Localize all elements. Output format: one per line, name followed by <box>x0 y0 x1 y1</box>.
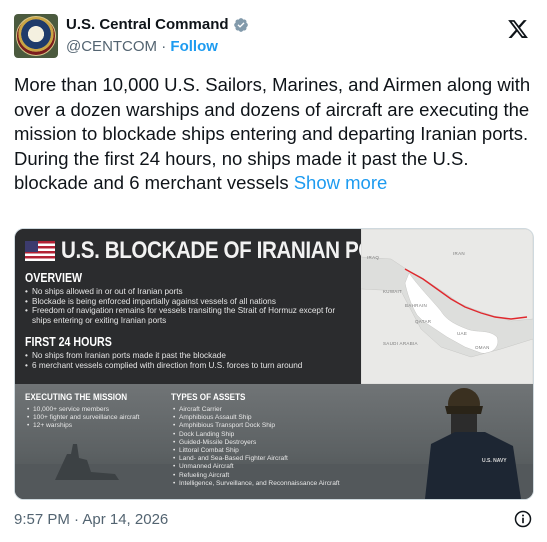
separator: · <box>161 38 167 55</box>
mission-heading: EXECUTING THE MISSION <box>25 392 128 402</box>
asset-item: Refueling Aircraft <box>173 472 340 480</box>
helmet-text: U.S. NAVY <box>482 458 507 464</box>
centcom-seal <box>16 16 56 56</box>
asset-item: Intelligence, Surveillance, and Reconnai… <box>173 480 340 488</box>
map-label-saudi-arabia: SAUDI ARABIA <box>383 341 418 346</box>
tweet-timestamp[interactable]: 9:57 PM · Apr 14, 2026 <box>14 511 168 528</box>
avatar[interactable] <box>14 14 58 58</box>
map-shapes <box>360 229 533 385</box>
verified-badge-icon <box>233 17 248 32</box>
mission-item: 12+ warships <box>27 422 139 430</box>
infographic-info-panel: U.S. BLOCKADE OF IRANIAN PORTS OVERVIEW … <box>15 229 414 384</box>
warship-silhouette <box>55 444 119 480</box>
asset-item: Littoral Combat Ship <box>173 447 340 455</box>
map-label-iraq: IRAQ <box>367 255 380 260</box>
region-map: IRAQ IRAN KUWAIT BAHRAIN QATAR UAE SAUDI… <box>360 229 533 385</box>
map-label-kuwait: KUWAIT <box>383 289 403 294</box>
account-handle[interactable]: @CENTCOM <box>66 38 157 55</box>
tweet-header: U.S. Central Command @CENTCOM · Follow <box>14 12 533 60</box>
tweet-media-image[interactable]: U.S. BLOCKADE OF IRANIAN PORTS OVERVIEW … <box>14 228 534 500</box>
infographic-assets-panel: U.S. NAVY EXECUTING THE MISSION 10,000+ … <box>15 384 533 499</box>
name-row: U.S. Central Command <box>66 16 249 33</box>
asset-item: Guided-Missile Destroyers <box>173 439 340 447</box>
tweet-text: More than 10,000 U.S. Sailors, Marines, … <box>14 73 532 196</box>
map-label-qatar: QATAR <box>415 319 432 324</box>
assets-heading: TYPES OF ASSETS <box>171 392 246 402</box>
sailor-body <box>425 432 521 499</box>
mission-list: 10,000+ service members 100+ fighter and… <box>27 406 139 431</box>
asset-item: Amphibious Transport Dock Ship <box>173 422 340 430</box>
assets-list: Aircraft Carrier Amphibious Assault Ship… <box>173 406 340 488</box>
overview-item: Blockade is being enforced impartially a… <box>25 297 355 307</box>
overview-list: No ships allowed in or out of Iranian po… <box>25 287 355 325</box>
first-24-heading: FIRST 24 HOURS <box>25 335 112 349</box>
overview-item: No ships allowed in or out of Iranian po… <box>25 287 355 297</box>
overview-item: Freedom of navigation remains for vessel… <box>25 306 355 325</box>
show-more-link[interactable]: Show more <box>294 172 388 193</box>
tweet-card: U.S. Central Command @CENTCOM · Follow M… <box>0 0 547 542</box>
overview-heading: OVERVIEW <box>25 271 83 285</box>
mission-item: 10,000+ service members <box>27 406 139 414</box>
first-24-list: No ships from Iranian ports made it past… <box>25 351 355 370</box>
account-name[interactable]: U.S. Central Command <box>66 16 229 33</box>
map-label-iran: IRAN <box>453 251 465 256</box>
map-label-uae: UAE <box>457 331 468 336</box>
asset-item: Amphibious Assault Ship <box>173 414 340 422</box>
asset-item: Aircraft Carrier <box>173 406 340 414</box>
tweet-body: More than 10,000 U.S. Sailors, Marines, … <box>14 74 531 193</box>
info-icon[interactable] <box>513 509 533 529</box>
first-24-item: No ships from Iranian ports made it past… <box>25 351 355 361</box>
follow-button[interactable]: Follow <box>170 38 218 55</box>
asset-item: Dock Landing Ship <box>173 431 340 439</box>
first-24-item: 6 merchant vessels complied with directi… <box>25 361 355 371</box>
asset-item: Unmanned Aircraft <box>173 463 340 471</box>
map-label-oman: OMAN <box>475 345 490 350</box>
x-logo-icon[interactable] <box>507 18 529 40</box>
us-flag-icon <box>25 241 55 261</box>
map-label-bahrain: BAHRAIN <box>405 303 428 308</box>
mission-item: 100+ fighter and surveillance aircraft <box>27 414 139 422</box>
handle-row: @CENTCOM · Follow <box>66 38 218 55</box>
asset-item: Land- and Sea-Based Fighter Aircraft <box>173 455 340 463</box>
